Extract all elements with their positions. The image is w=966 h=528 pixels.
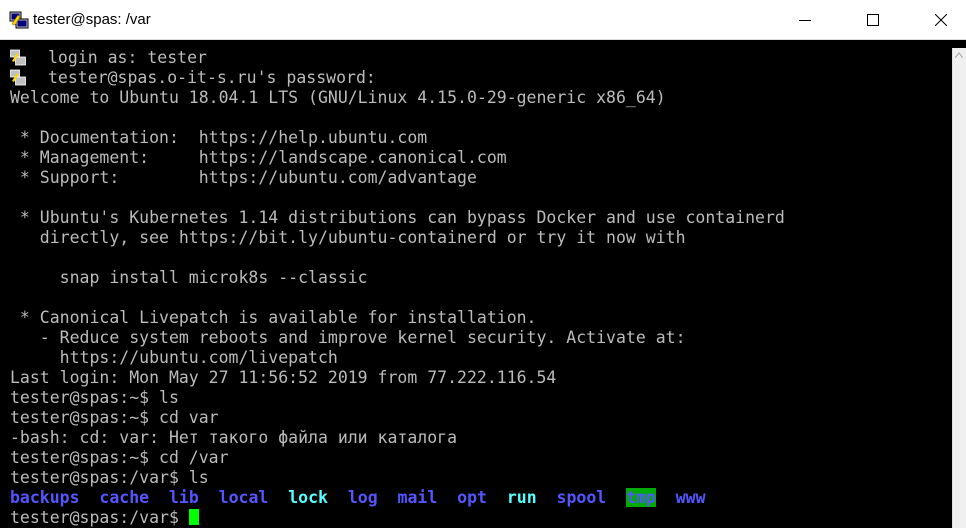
terminal-area[interactable]: login as: tester tester@spas.o-it-s.ru's… xyxy=(0,48,952,528)
terminal-line: tester@spas:~$ cd /var xyxy=(10,448,229,467)
ls-entry: lib xyxy=(168,488,199,507)
ls-entry: www xyxy=(675,488,706,507)
terminal-line: Welcome to Ubuntu 18.04.1 LTS (GNU/Linux… xyxy=(10,88,666,107)
terminal-line: tester@spas:/var$ ls xyxy=(10,468,209,487)
close-icon xyxy=(935,14,947,26)
ls-entry: tmp xyxy=(626,488,656,507)
terminal-line: * Canonical Livepatch is available for i… xyxy=(10,308,537,327)
terminal-line: * Support: https://ubuntu.com/advantage xyxy=(10,168,477,187)
close-button[interactable] xyxy=(918,0,964,40)
ls-entry: local xyxy=(218,488,269,507)
text-cursor xyxy=(188,509,199,525)
terminal-line: tester@spas.o-it-s.ru's password: xyxy=(48,68,376,87)
ls-entry: mail xyxy=(397,488,438,507)
ls-entry: backups xyxy=(10,488,80,507)
minimize-icon xyxy=(799,20,811,21)
prompt: tester@spas:/var$ xyxy=(10,508,189,527)
terminal-line: directly, see https://bit.ly/ubuntu-cont… xyxy=(10,228,686,247)
putty-icon xyxy=(9,11,29,29)
ls-entry: spool xyxy=(556,488,607,507)
terminal-line: Last login: Mon May 27 11:56:52 2019 fro… xyxy=(10,368,557,387)
putty-password-icon xyxy=(10,69,26,86)
putty-window: tester@spas: /var login as: tester teste… xyxy=(0,0,966,528)
ls-output: backups cache lib local lock log mail op… xyxy=(10,488,706,508)
window-title: tester@spas: /var xyxy=(33,11,151,28)
terminal-line: * Documentation: https://help.ubuntu.com xyxy=(10,128,428,147)
title-bar[interactable]: tester@spas: /var xyxy=(0,0,966,40)
ls-entry: opt xyxy=(457,488,487,507)
terminal-line: https://ubuntu.com/livepatch xyxy=(10,348,338,367)
terminal-line: snap install microk8s --classic xyxy=(10,268,368,287)
vertical-scrollbar[interactable] xyxy=(952,48,966,528)
ls-entry: run xyxy=(506,488,537,507)
scroll-up-arrow-icon[interactable] xyxy=(955,52,963,58)
terminal-line: * Management: https://landscape.canonica… xyxy=(10,148,507,167)
terminal-line: - Reduce system reboots and improve kern… xyxy=(10,328,686,347)
terminal-line: tester@spas:~$ ls xyxy=(10,388,179,407)
terminal-line: -bash: cd: var: Нет такого файла или кат… xyxy=(10,428,458,447)
terminal-line: tester@spas:~$ cd var xyxy=(10,408,219,427)
putty-login-icon xyxy=(10,49,26,66)
ls-entry: cache xyxy=(99,488,150,507)
ls-entry: log xyxy=(347,488,378,507)
maximize-button[interactable] xyxy=(850,0,896,40)
minimize-button[interactable] xyxy=(782,0,828,40)
prompt-line[interactable]: tester@spas:/var$ xyxy=(10,508,199,528)
ls-entry: lock xyxy=(288,488,328,507)
terminal-line: login as: tester xyxy=(48,48,207,67)
terminal-line: * Ubuntu's Kubernetes 1.14 distributions… xyxy=(10,208,785,227)
maximize-icon xyxy=(867,14,879,26)
